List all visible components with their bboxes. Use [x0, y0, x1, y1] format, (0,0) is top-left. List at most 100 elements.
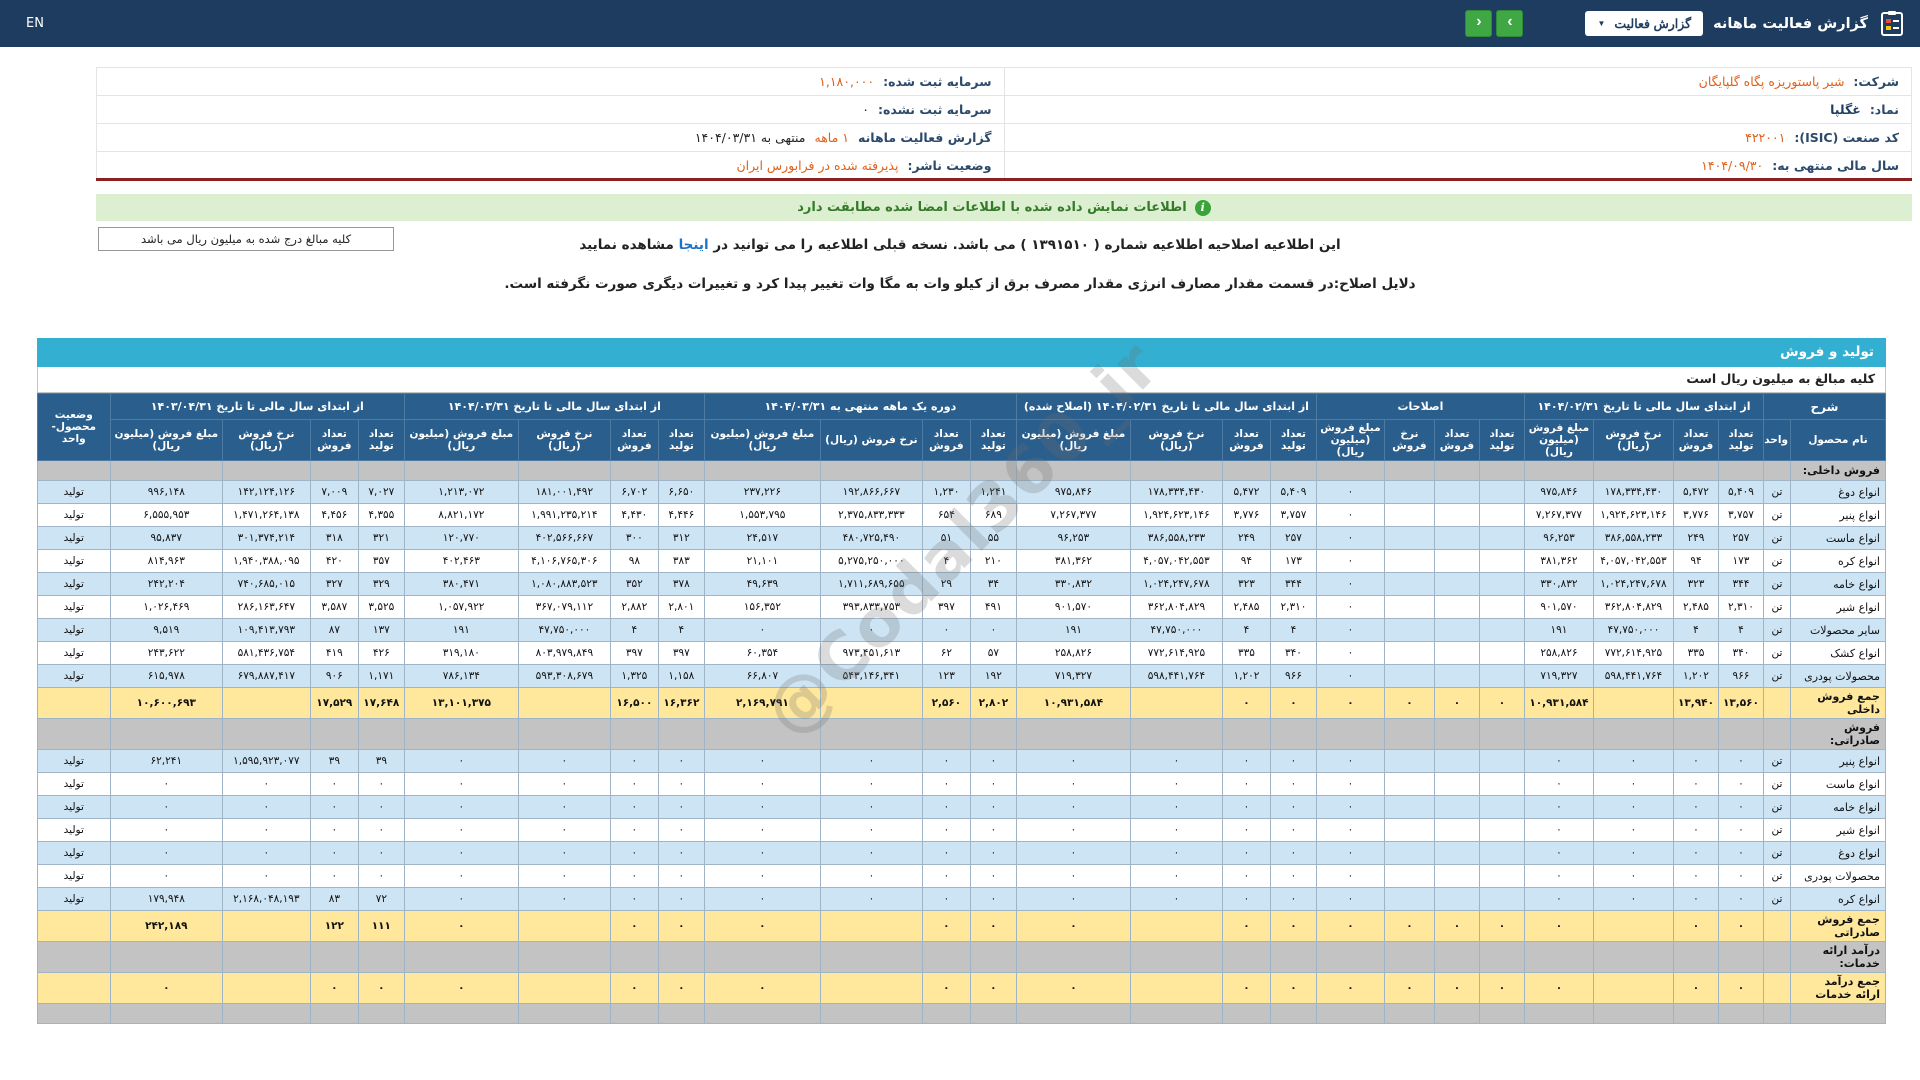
value-cell	[1478, 941, 1525, 973]
value-cell: ۴,۰۵۷,۰۴۲,۵۵۳	[1129, 549, 1223, 573]
value-cell: ۴,۰۵۷,۰۴۲,۵۵۳	[1592, 549, 1674, 573]
status-cell: تولید	[36, 549, 111, 573]
value-cell: ۰	[221, 795, 311, 819]
value-cell	[1433, 572, 1480, 596]
value-cell	[969, 718, 1017, 750]
value-cell: ۱۱۱	[357, 910, 405, 942]
data-row: انواع دوغ تن ۰ ۰ ۰ ۰ ۰ ۰ ۰ ۰ ۰ ۰ ۰ ۰ ۰ ۰ ۰ ۰ ۰ ۰ ۰ ۰ ۰ تولید	[36, 841, 1886, 865]
value-cell	[921, 718, 971, 750]
value-cell: ۹۰۶	[309, 664, 359, 688]
value-cell: ۰	[403, 818, 519, 842]
product-name-cell: انواع دوغ	[1790, 841, 1886, 865]
value-cell: ۰	[1717, 841, 1764, 865]
info-row: شرکت: شیر پاستوریزه پگاه گلپایگان سرمایه…	[96, 67, 1912, 96]
value-cell: ۳۲۱	[357, 526, 405, 550]
value-cell: ۰	[703, 972, 821, 1004]
value-cell: ۰	[1269, 972, 1317, 1004]
company-value: شیر پاستوریزه پگاه گلپایگان	[1698, 74, 1845, 89]
value-cell: ۰	[1672, 795, 1719, 819]
data-row: انواع خامه تن ۳۴۴ ۳۲۳ ۱,۰۲۴,۲۴۷,۶۷۸ ۳۳۰,۸۳۲ ۰ ۳…	[36, 572, 1886, 596]
value-cell: ۰	[1523, 818, 1594, 842]
value-cell: ۵۷	[969, 641, 1017, 665]
value-cell: ۰	[657, 749, 705, 773]
value-cell	[1478, 749, 1525, 773]
status-cell: تولید	[36, 572, 111, 596]
value-cell: ۲,۱۶۸,۰۴۸,۱۹۳	[221, 887, 311, 911]
value-cell: ۳۹۳,۸۳۳,۷۵۳	[819, 595, 923, 619]
col-header-mablagh: مبلغ فروش (میلیون ریال)	[1523, 419, 1594, 461]
data-row: انواع دوغ تن ۵,۴۰۹ ۵,۴۷۲ ۱۷۸,۳۳۴,۴۳۰ ۹۷۵,۸۴۶ ۰…	[36, 480, 1886, 504]
value-cell	[819, 972, 923, 1004]
value-cell: ۷,۲۶۷,۳۷۷	[1015, 503, 1131, 527]
value-cell: ۰	[1717, 887, 1764, 911]
value-cell	[1433, 887, 1480, 911]
value-cell: ۰	[517, 818, 611, 842]
value-cell: ۷,۰۰۹	[309, 480, 359, 504]
value-cell: ۰	[517, 841, 611, 865]
next-report-button[interactable]: ›	[1496, 10, 1524, 37]
data-row: انواع کره تن ۱۷۳ ۹۴ ۴,۰۵۷,۰۴۲,۵۵۳ ۳۸۱,۳۶۲ ۰ ۱۷۳…	[36, 549, 1886, 573]
value-cell: ۰	[403, 887, 519, 911]
product-name-cell: انواع کشک	[1790, 641, 1886, 665]
value-cell	[819, 941, 923, 973]
col-header-nerkh: نرخ فروش (ریال)	[221, 419, 311, 461]
value-cell	[1478, 595, 1525, 619]
value-cell: ۹,۵۱۹	[109, 618, 223, 642]
col-header-tolid: تعداد تولید	[357, 419, 405, 461]
value-cell	[1523, 460, 1594, 481]
value-cell	[1762, 910, 1792, 942]
status-cell	[36, 718, 111, 750]
col-header-forush: تعداد فروش	[309, 419, 359, 461]
language-toggle[interactable]: EN	[26, 16, 44, 31]
value-cell	[1478, 772, 1525, 796]
value-cell: ۰	[1015, 887, 1131, 911]
value-cell: ۱,۵۹۵,۹۲۳,۰۷۷	[221, 749, 311, 773]
product-name-cell: انواع ماست	[1790, 772, 1886, 796]
value-cell: ۲۱۰	[969, 549, 1017, 573]
value-cell: ۰	[403, 772, 519, 796]
value-cell: ۹۶۶	[1717, 664, 1764, 688]
value-cell: ۰	[403, 795, 519, 819]
product-name-cell: محصولات پودری	[1790, 864, 1886, 888]
value-cell: ۳۴۴	[1269, 572, 1317, 596]
value-cell: ۰	[517, 795, 611, 819]
value-cell: ۹۵,۸۳۷	[109, 526, 223, 550]
value-cell: ۰	[1717, 910, 1764, 942]
previous-version-link[interactable]: اینجا	[679, 237, 709, 253]
value-cell	[819, 718, 923, 750]
report-type-dropdown[interactable]: گزارش فعالیت ▼	[1585, 11, 1704, 36]
revision-note-text: این اطلاعیه اصلاحیه اطلاعیه شماره ( ۱۳۹۱…	[713, 237, 1341, 253]
value-cell: ۴۷,۷۵۰,۰۰۰	[517, 618, 611, 642]
value-cell: ۲۴۲,۲۰۴	[109, 572, 223, 596]
value-cell: ۰	[921, 795, 971, 819]
value-cell: ۹۶۶	[1269, 664, 1317, 688]
value-cell	[1478, 526, 1525, 550]
value-cell: ۳۸۳	[657, 549, 705, 573]
value-cell: ۳۳۰,۸۳۲	[1523, 572, 1594, 596]
data-row: انواع شیر تن ۰ ۰ ۰ ۰ ۰ ۰ ۰ ۰ ۰ ۰ ۰ ۰ ۰ ۰ ۰ ۰ ۰ ۰ ۰ ۰ ۰ تولید	[36, 818, 1886, 842]
col-header-nerkh: نرخ فروش (ریال)	[819, 419, 923, 461]
status-cell: تولید	[36, 503, 111, 527]
value-cell: ۵۱	[921, 526, 971, 550]
value-cell: ۰	[1129, 841, 1223, 865]
value-cell: ۰	[1015, 864, 1131, 888]
value-cell: ۰	[1592, 795, 1674, 819]
value-cell: ۰	[1129, 795, 1223, 819]
value-cell: ۲۸۶,۱۶۳,۶۴۷	[221, 595, 311, 619]
value-cell: ۰	[517, 772, 611, 796]
value-cell: ۰	[1315, 818, 1385, 842]
value-cell: ۳,۷۷۶	[1221, 503, 1271, 527]
value-cell: ۲۴۹	[1221, 526, 1271, 550]
col-header-forush: تعداد فروش	[921, 419, 971, 461]
fiscal-year-label: سال مالی منتهی به:	[1772, 157, 1899, 173]
value-cell: ۱۷۸,۳۳۴,۴۳۰	[1129, 480, 1223, 504]
info-row: سال مالی منتهی به: ۱۴۰۴/۰۹/۳۰ وضعیت ناشر…	[96, 151, 1912, 180]
status-cell: تولید	[36, 841, 111, 865]
value-cell: ۹۰۱,۵۷۰	[1523, 595, 1594, 619]
value-cell	[1383, 718, 1435, 750]
previous-report-button[interactable]: ‹	[1465, 10, 1493, 37]
value-cell	[1129, 460, 1223, 481]
value-cell	[1717, 718, 1764, 750]
value-cell	[1433, 941, 1480, 973]
value-cell	[1383, 572, 1435, 596]
